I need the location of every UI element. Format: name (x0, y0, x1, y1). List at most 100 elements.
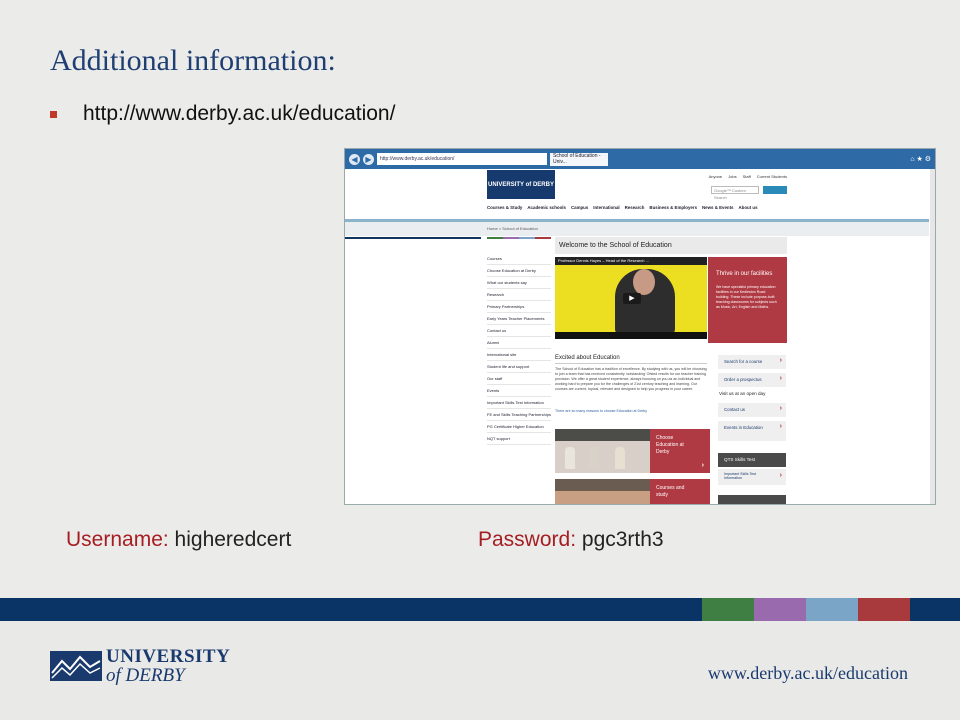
students-photo (555, 479, 650, 504)
nav-item[interactable]: Campus (571, 205, 588, 210)
cta-label: Search for a course (724, 359, 763, 364)
address-bar[interactable]: http://www.derby.ac.uk/education/ (377, 153, 547, 165)
chevron-right-icon: › (779, 405, 782, 412)
side-nav-item[interactable]: Events (487, 385, 551, 397)
thrive-panel: Thrive in our facilities We have special… (708, 257, 787, 343)
forward-icon[interactable]: ▶ (363, 153, 374, 165)
video-face (633, 269, 655, 295)
video-title: Professor Dennis Hayes – Head of the Res… (555, 257, 707, 265)
university-logo: UNIVERSITY of DERBY (50, 647, 230, 685)
side-nav-item[interactable]: Choose Education at Derby (487, 265, 551, 277)
side-nav-item[interactable]: Important Skills Test Information (487, 397, 551, 409)
excited-body: The School of Education has a tradition … (555, 367, 707, 391)
chevron-right-icon: › (701, 462, 704, 469)
choose-education-cta[interactable]: Choose Education at Derby › (650, 429, 710, 473)
contact-us-button[interactable]: Contact us › (718, 403, 786, 417)
qts-title: QTS Skills Test (724, 457, 756, 462)
main-nav: Courses & Study Academic schools Campus … (487, 205, 758, 210)
our-subjects-header (718, 495, 786, 504)
chevron-right-icon: › (779, 423, 782, 430)
side-nav-item[interactable]: Early Years Teacher Placements (487, 313, 551, 325)
bullet-icon (50, 110, 57, 118)
side-nav-item[interactable]: FE and Skills Teaching Partnerships (487, 409, 551, 421)
page-scrollbar[interactable] (930, 169, 935, 504)
mountain-logo-icon (50, 651, 102, 681)
search-course-button[interactable]: Search for a course › (718, 355, 786, 369)
breadcrumb[interactable]: Home > School of Education (487, 226, 538, 231)
site-page: UNIVERSITY of DERBY Anyone Jobs Staff Cu… (345, 169, 935, 504)
qts-header: QTS Skills Test (718, 453, 786, 467)
website-screenshot: ◀ ▶ http://www.derby.ac.uk/education/ Sc… (344, 148, 936, 505)
color-strip (487, 237, 551, 239)
open-day-link[interactable]: Visit us at an open day (719, 391, 765, 396)
band-swatch (754, 598, 806, 621)
band-swatch (806, 598, 858, 621)
nav-item[interactable]: About us (739, 205, 758, 210)
chevron-right-icon: › (779, 375, 782, 382)
cta-label: Contact us (724, 407, 745, 412)
side-nav-item[interactable]: NQT support (487, 433, 551, 445)
side-nav-item[interactable]: Student life and support (487, 361, 551, 373)
top-link[interactable]: Current Students (757, 174, 787, 179)
excited-title: Excited about Education (555, 355, 620, 361)
browser-toolbar: ◀ ▶ http://www.derby.ac.uk/education/ Sc… (345, 149, 935, 169)
education-url[interactable]: http://www.derby.ac.uk/education/ (83, 102, 395, 126)
slide-title: Additional information: (50, 44, 336, 77)
nav-item[interactable]: Business & Employers (649, 205, 697, 210)
events-button[interactable]: Events in Education › (718, 421, 786, 441)
video-player[interactable]: Professor Dennis Hayes – Head of the Res… (555, 257, 707, 339)
side-nav-item[interactable]: Our staff (487, 373, 551, 385)
top-link[interactable]: Jobs (728, 174, 736, 179)
browser-tab[interactable]: School of Education - Univ... (550, 152, 608, 166)
top-link[interactable]: Staff (743, 174, 751, 179)
username-value: higheredcert (174, 528, 292, 551)
side-nav-item[interactable]: Research (487, 289, 551, 301)
password-label: Password: (478, 528, 577, 551)
chevron-right-icon: › (779, 357, 782, 364)
left-strip (345, 237, 481, 239)
side-nav-item[interactable]: Primary Partnerships (487, 301, 551, 313)
video-controls[interactable] (555, 332, 707, 339)
thrive-text: We have specialist primary education fac… (716, 285, 777, 309)
order-prospectus-button[interactable]: Order a prospectus › (718, 373, 786, 387)
thrive-title: Thrive in our facilities (716, 271, 773, 277)
nav-item[interactable]: Courses & Study (487, 205, 522, 210)
cta-label: Events in Education (724, 425, 763, 430)
side-nav-item[interactable]: Alumni (487, 337, 551, 349)
url-bullet: http://www.derby.ac.uk/education/ (50, 102, 395, 126)
home-star-gear-icon[interactable]: ⌂ ★ ⚙ (910, 155, 931, 163)
nav-item[interactable]: International (593, 205, 619, 210)
classroom-photo (555, 429, 650, 473)
excited-link[interactable]: There are so many reasons to choose Educ… (555, 409, 647, 413)
cta-label: Order a prospectus (724, 377, 762, 382)
nav-item[interactable]: Academic schools (527, 205, 566, 210)
top-link[interactable]: Anyone (709, 174, 723, 179)
play-icon[interactable]: ▶ (623, 293, 641, 304)
side-nav-item[interactable]: What our students say (487, 277, 551, 289)
excited-divider (555, 363, 707, 364)
breadcrumb-bar (345, 222, 929, 236)
username-label: Username: (66, 528, 169, 551)
back-icon[interactable]: ◀ (349, 153, 360, 165)
site-search-input[interactable]: Google™ Custom Search (711, 186, 759, 200)
site-logo[interactable]: UNIVERSITY of DERBY (487, 170, 555, 199)
side-nav-item[interactable]: Contact us (487, 325, 551, 337)
qts-item[interactable]: Important Skills Test Information › (718, 469, 786, 485)
footer-url[interactable]: www.derby.ac.uk/education (708, 663, 908, 684)
nav-item[interactable]: News & Events (702, 205, 733, 210)
side-nav-item[interactable]: PG Certificate Higher Education (487, 421, 551, 433)
chevron-right-icon: › (779, 472, 782, 479)
cta-label: Courses and study (656, 485, 685, 498)
side-nav: Courses Choose Education at Derby What o… (487, 253, 551, 445)
footer-band (0, 598, 960, 621)
username-line: Username: higheredcert (66, 528, 291, 552)
password-line: Password: pgc3rth3 (478, 528, 664, 552)
nav-item[interactable]: Research (625, 205, 645, 210)
welcome-header: Welcome to the School of Education (555, 237, 787, 254)
side-nav-item[interactable]: Courses (487, 253, 551, 265)
cta-label: Choose Education at Derby (656, 435, 684, 455)
courses-study-cta[interactable]: Courses and study (650, 479, 710, 504)
side-nav-item[interactable]: International site (487, 349, 551, 361)
search-button[interactable] (763, 186, 787, 194)
logo-line-1: UNIVERSITY (106, 646, 231, 667)
